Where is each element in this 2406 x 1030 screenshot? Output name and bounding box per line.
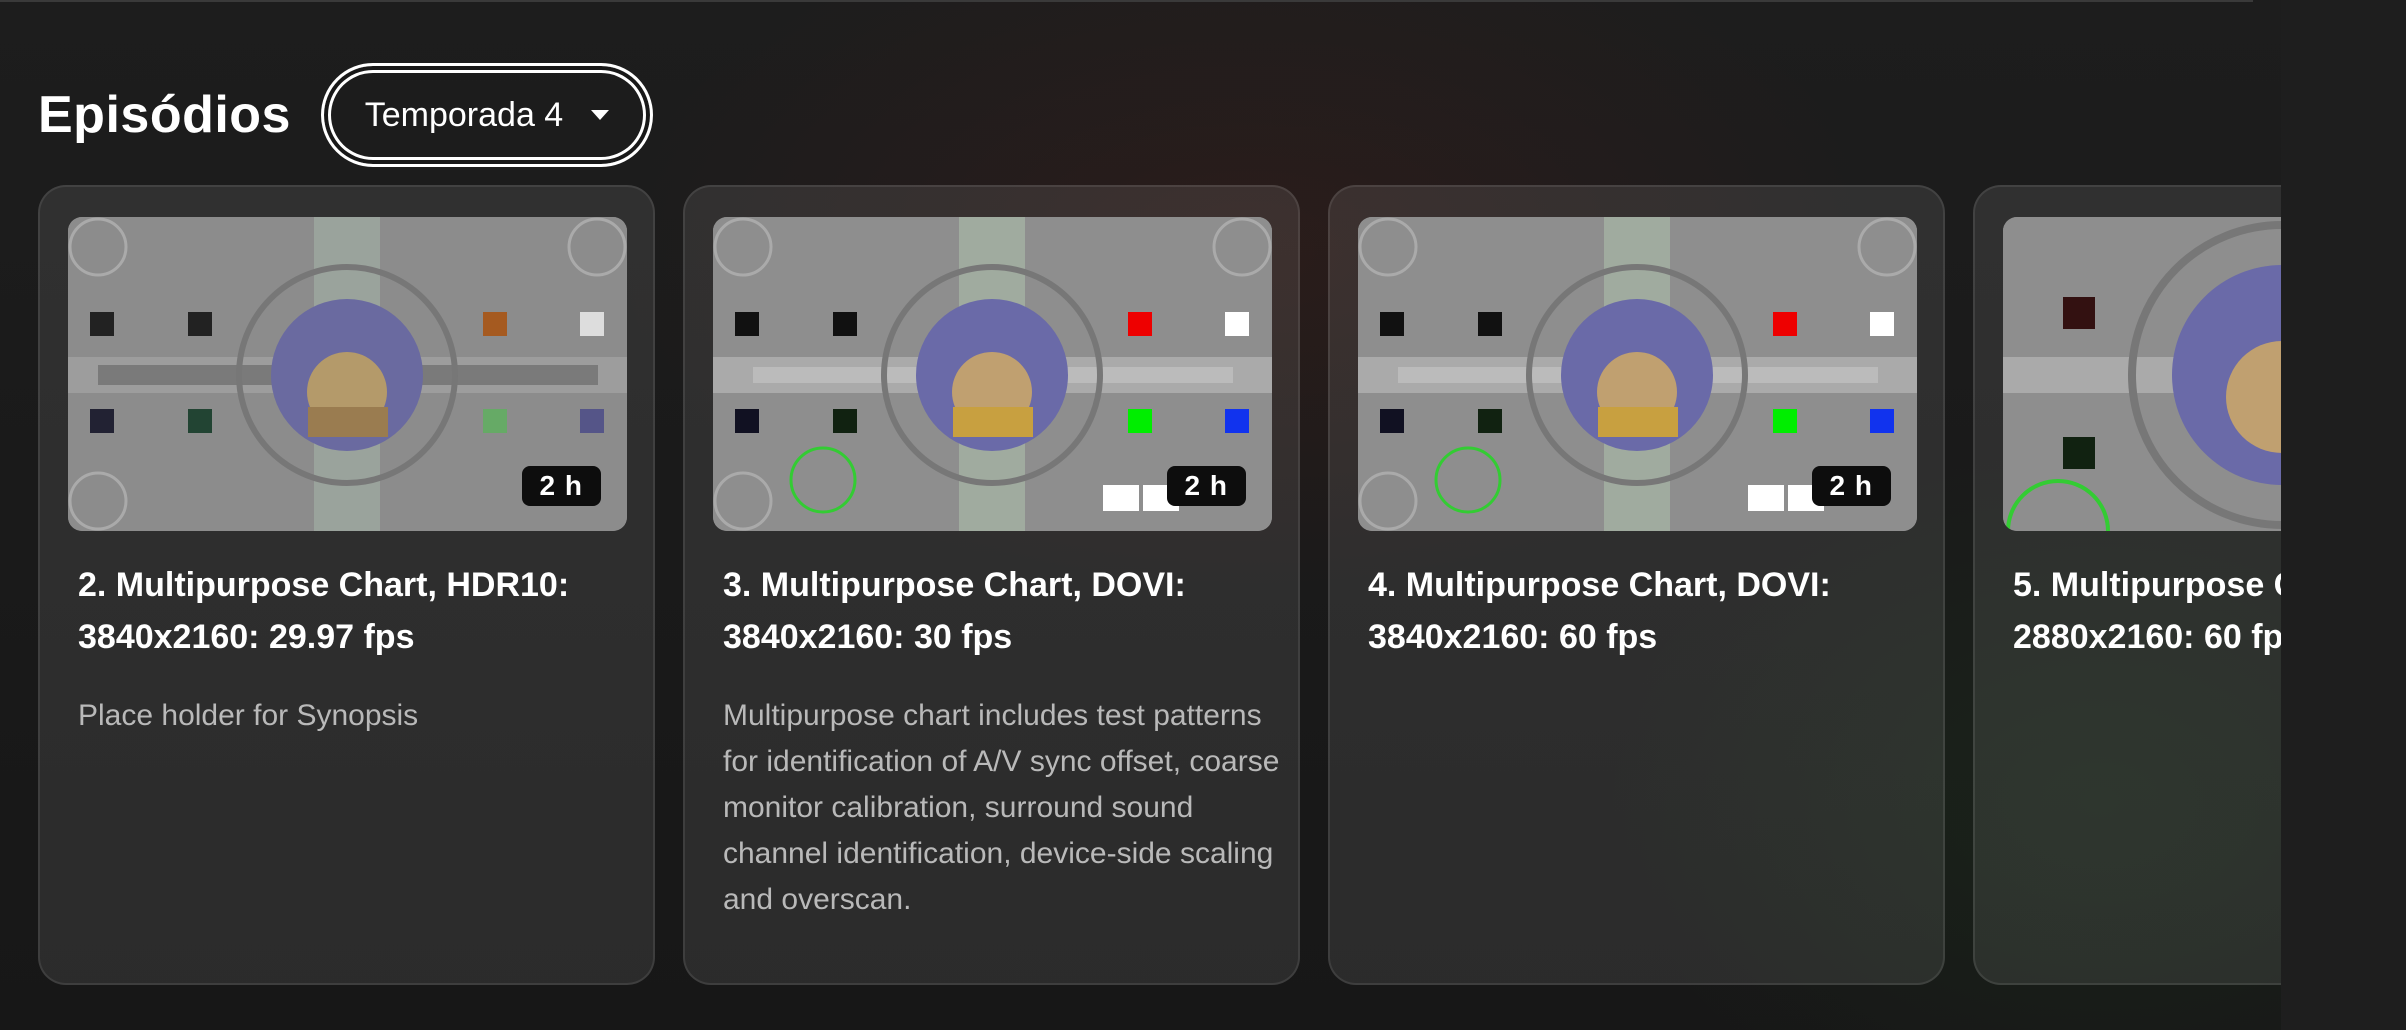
season-dropdown-label: Temporada 4 bbox=[364, 95, 564, 134]
episodes-title: Episódios bbox=[38, 86, 291, 144]
duration-badge: 2 h bbox=[521, 466, 601, 506]
episode-card[interactable]: 5. Multipurpose Chart, DOVI: 2880x2160: … bbox=[1973, 185, 2282, 985]
duration-badge: 2 h bbox=[1811, 466, 1891, 506]
duration-badge: 2 h bbox=[1166, 466, 1246, 506]
divider bbox=[0, 0, 2253, 2]
episode-card[interactable]: 2 h 2. Multipurpose Chart, HDR10: 3840x2… bbox=[38, 185, 655, 985]
episode-card[interactable]: 2 h 4. Multipurpose Chart, DOVI: 3840x21… bbox=[1328, 185, 1945, 985]
episode-thumbnail: 2 h bbox=[68, 217, 627, 531]
episode-title: 2. Multipurpose Chart, HDR10: 3840x2160:… bbox=[78, 566, 570, 656]
episode-title: 4. Multipurpose Chart, DOVI: 3840x2160: … bbox=[1368, 566, 1831, 656]
episode-thumbnail: 2 h bbox=[713, 217, 1272, 531]
episode-synopsis: Multipurpose chart includes test pattern… bbox=[723, 699, 1280, 916]
episodes-page: Episódios Temporada 4 2 h 2. Multipurpos… bbox=[0, 0, 2406, 1030]
episode-card[interactable]: 2 h 3. Multipurpose Chart, DOVI: 3840x21… bbox=[683, 185, 1300, 985]
episode-thumbnail bbox=[2003, 217, 2282, 531]
scroll-edge bbox=[2281, 0, 2406, 1030]
episode-title: 5. Multipurpose Chart, DOVI: 2880x2160: … bbox=[2013, 566, 2282, 656]
episodes-header: Episódios Temporada 4 bbox=[38, 62, 653, 168]
episode-thumbnail: 2 h bbox=[1358, 217, 1917, 531]
caret-down-icon bbox=[591, 110, 610, 120]
episode-list: 2 h 2. Multipurpose Chart, HDR10: 3840x2… bbox=[38, 185, 2282, 985]
season-dropdown[interactable]: Temporada 4 bbox=[320, 63, 653, 167]
episode-title: 3. Multipurpose Chart, DOVI: 3840x2160: … bbox=[723, 566, 1186, 656]
episode-synopsis: Place holder for Synopsis bbox=[78, 699, 419, 732]
